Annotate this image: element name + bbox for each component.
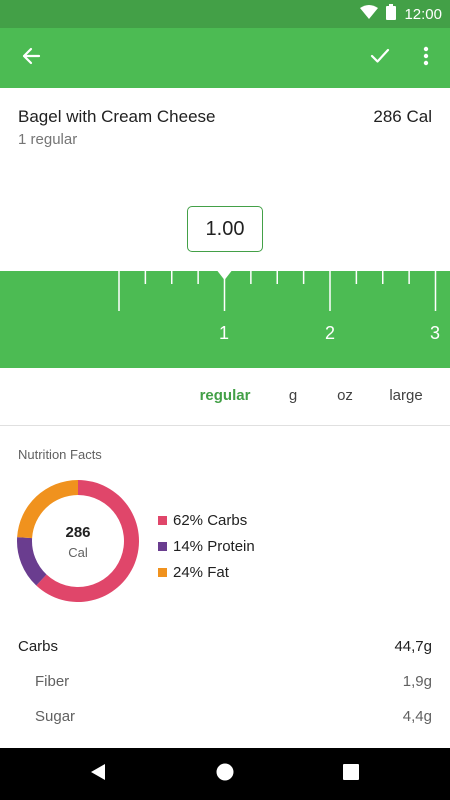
- ruler-pointer: [217, 271, 232, 280]
- nav-home-icon: [216, 763, 234, 786]
- nav-recents-icon: [343, 763, 359, 785]
- fat-swatch: [158, 567, 167, 577]
- legend-carbs-label: 62% Carbs: [173, 511, 248, 529]
- food-name: Bagel with Cream Cheese: [18, 107, 216, 126]
- nav-back-button[interactable]: [82, 758, 114, 790]
- more-options-button[interactable]: [406, 38, 446, 78]
- nutrient-label: Carbs: [18, 638, 59, 655]
- nutrient-label: Fiber: [35, 673, 70, 690]
- legend-carbs: 62% Carbs: [158, 507, 255, 533]
- ruler-label-3: 3: [429, 323, 441, 343]
- food-serving: 1 regular: [18, 131, 78, 148]
- carbs-swatch: [158, 515, 167, 525]
- nav-back-icon: [90, 763, 106, 786]
- system-nav-bar: [0, 748, 450, 800]
- confirm-button[interactable]: [360, 38, 400, 78]
- nutrient-row-fiber: Fiber 1,9g: [0, 668, 450, 698]
- nutrient-value: 4,4g: [402, 708, 432, 725]
- legend-protein-label: 14% Protein: [173, 537, 255, 555]
- nutrient-row-sugar: Sugar 4,4g: [0, 703, 450, 733]
- quantity-ruler[interactable]: 1 2 3: [0, 271, 450, 368]
- legend-protein: 14% Protein: [158, 533, 255, 559]
- nutrient-value: 1,9g: [402, 673, 432, 690]
- unit-selector: regular g oz large: [0, 369, 450, 426]
- unit-g[interactable]: g: [289, 387, 297, 404]
- donut-calories-value: 286: [65, 524, 91, 541]
- protein-swatch: [158, 541, 167, 551]
- legend-fat: 24% Fat: [158, 559, 255, 585]
- nav-home-button[interactable]: [209, 758, 241, 790]
- more-vert-icon: [423, 46, 429, 71]
- toolbar: [0, 28, 450, 88]
- check-icon: [370, 48, 390, 69]
- donut-calories-unit: Cal: [68, 545, 88, 560]
- ruler-ticks: [118, 271, 437, 311]
- status-bar: 12:00: [0, 0, 450, 28]
- arrow-left-icon: [21, 46, 41, 71]
- nutrient-label: Sugar: [35, 708, 76, 725]
- status-time: 12:00: [404, 5, 442, 23]
- ruler-label-2: 2: [324, 323, 336, 343]
- unit-large[interactable]: large: [389, 387, 422, 404]
- quantity-input[interactable]: 1.00: [187, 206, 263, 252]
- nutrition-facts-title: Nutrition Facts: [18, 447, 102, 462]
- back-button[interactable]: [11, 38, 51, 78]
- battery-icon: [386, 3, 397, 25]
- macro-donut-chart: [16, 480, 140, 602]
- nav-recents-button[interactable]: [335, 758, 367, 790]
- macro-legend: 62% Carbs 14% Protein 24% Fat: [158, 507, 255, 585]
- ruler-label-1: 1: [218, 323, 230, 343]
- unit-oz[interactable]: oz: [337, 387, 353, 404]
- nutrient-value: 44,7g: [394, 638, 432, 655]
- status-icons: 12:00: [360, 3, 442, 25]
- wifi-icon: [360, 4, 379, 24]
- legend-fat-label: 24% Fat: [173, 563, 229, 581]
- food-calories: 286 Cal: [373, 107, 432, 126]
- nutrient-row-carbs: Carbs 44,7g: [0, 633, 450, 663]
- unit-regular[interactable]: regular: [200, 387, 251, 404]
